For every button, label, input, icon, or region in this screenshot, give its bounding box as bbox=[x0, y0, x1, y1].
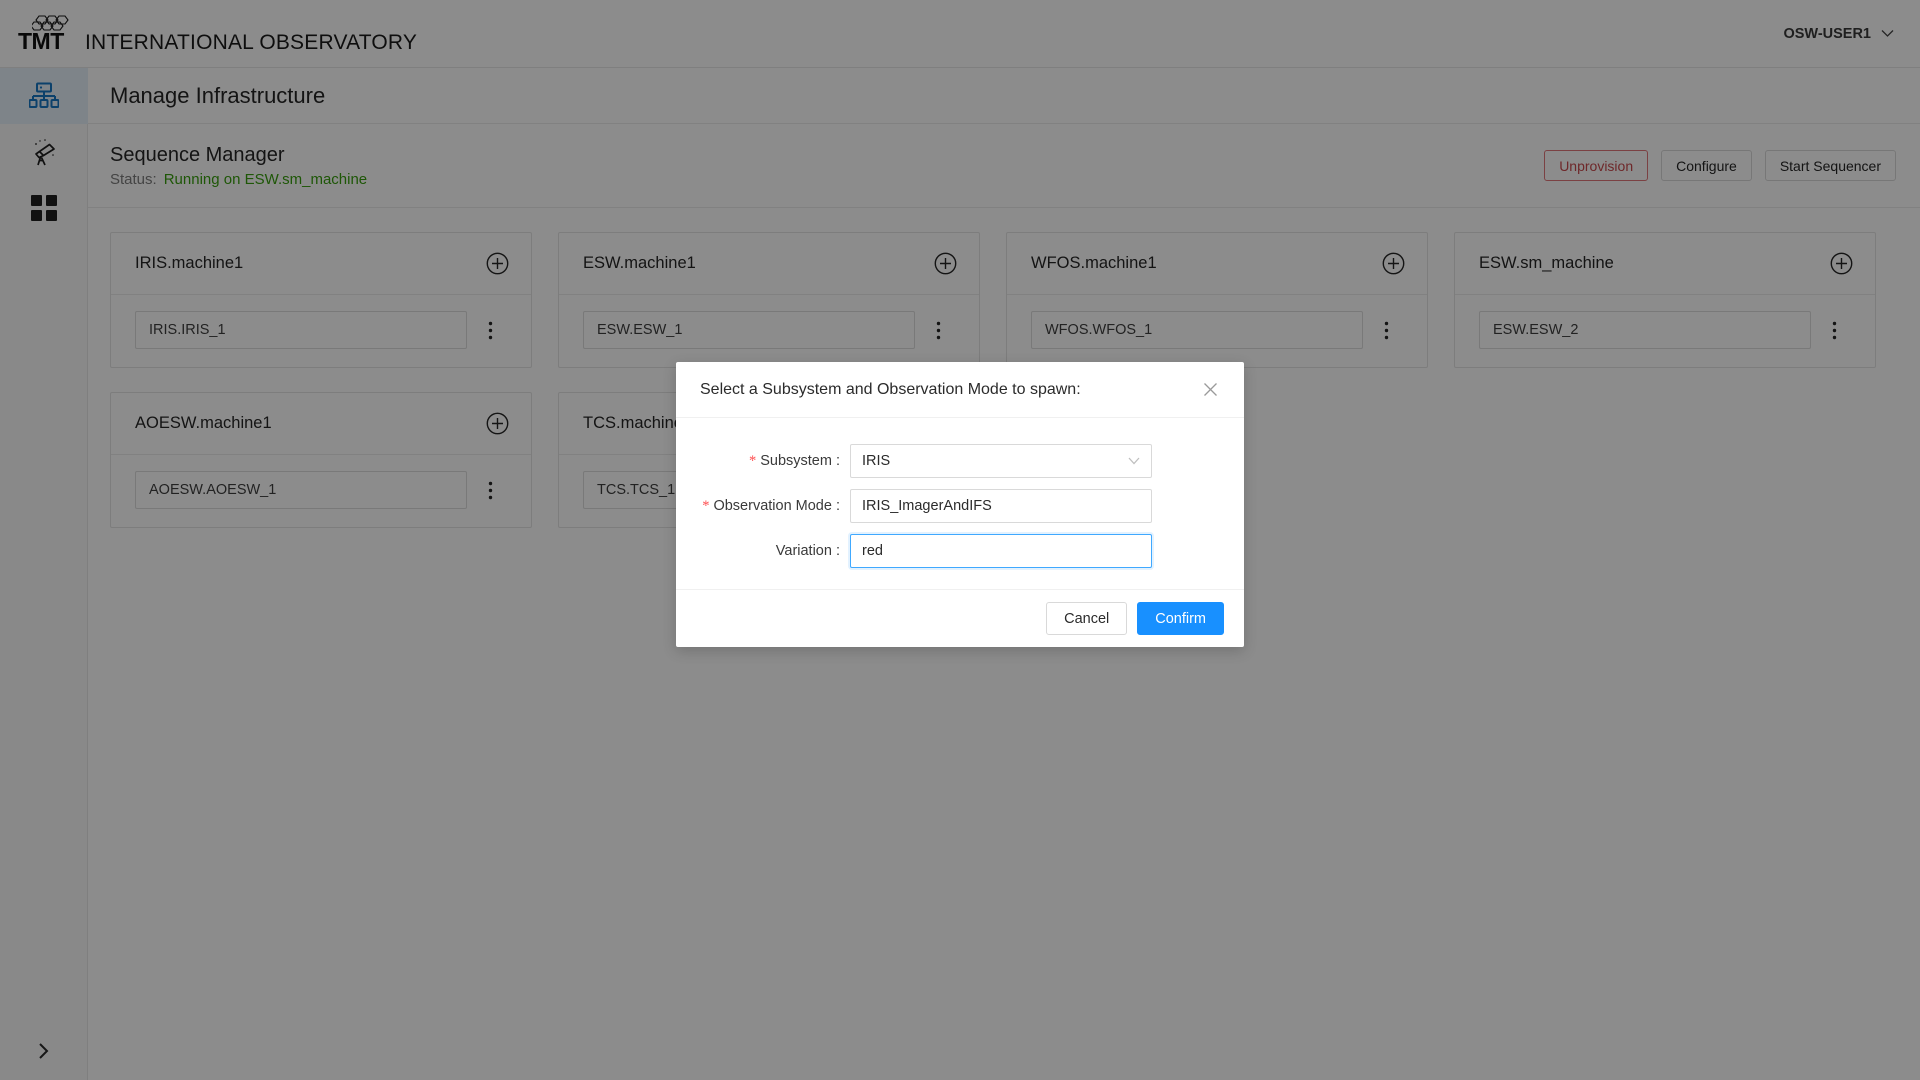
required-asterisk-icon: * bbox=[702, 498, 710, 514]
variation-label-text: Variation : bbox=[775, 543, 840, 559]
modal-footer: Cancel Confirm bbox=[676, 589, 1244, 647]
close-x-icon bbox=[1204, 383, 1217, 396]
confirm-button[interactable]: Confirm bbox=[1137, 602, 1224, 635]
subsystem-label: * Subsystem : bbox=[700, 444, 850, 478]
observation-mode-label-text: Observation Mode : bbox=[713, 498, 840, 514]
close-icon[interactable] bbox=[1197, 378, 1224, 401]
variation-value: red bbox=[862, 543, 883, 559]
form-row-variation: Variation : red bbox=[700, 534, 1220, 568]
form-row-subsystem: * Subsystem : IRIS bbox=[700, 444, 1220, 478]
subsystem-select[interactable]: IRIS bbox=[850, 444, 1152, 478]
modal-title: Select a Subsystem and Observation Mode … bbox=[700, 380, 1081, 398]
subsystem-label-text: Subsystem : bbox=[760, 453, 840, 469]
spawn-sequencer-modal: Select a Subsystem and Observation Mode … bbox=[676, 362, 1244, 647]
observation-mode-input[interactable]: IRIS_ImagerAndIFS bbox=[850, 489, 1152, 523]
variation-input[interactable]: red bbox=[850, 534, 1152, 568]
chevron-down-icon bbox=[1128, 457, 1140, 465]
observation-mode-control: IRIS_ImagerAndIFS bbox=[850, 489, 1152, 523]
form-row-observation-mode: * Observation Mode : IRIS_ImagerAndIFS bbox=[700, 489, 1220, 523]
cancel-button[interactable]: Cancel bbox=[1046, 602, 1128, 635]
required-asterisk-icon: * bbox=[748, 453, 757, 469]
subsystem-value: IRIS bbox=[862, 453, 891, 469]
variation-label: Variation : bbox=[700, 534, 850, 568]
observation-mode-label: * Observation Mode : bbox=[700, 489, 850, 523]
subsystem-control: IRIS bbox=[850, 444, 1152, 478]
observation-mode-value: IRIS_ImagerAndIFS bbox=[862, 498, 992, 514]
modal-header: Select a Subsystem and Observation Mode … bbox=[676, 362, 1244, 418]
modal-body: * Subsystem : IRIS * Observation Mode : IR… bbox=[676, 418, 1244, 589]
variation-control: red bbox=[850, 534, 1152, 568]
